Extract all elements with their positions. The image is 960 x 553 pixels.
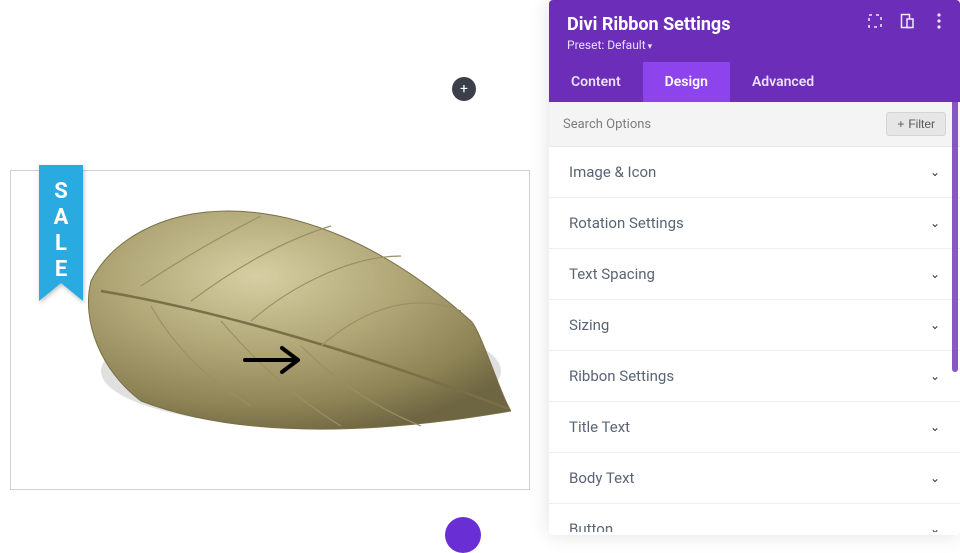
tab-advanced[interactable]: Advanced xyxy=(730,62,836,102)
chevron-down-icon: ⌄ xyxy=(930,216,940,230)
section-label: Image & Icon xyxy=(569,163,656,181)
preset-label: Preset: Default xyxy=(567,38,646,52)
plus-icon: + xyxy=(897,117,904,131)
section-label: Title Text xyxy=(569,418,630,436)
section-label: Rotation Settings xyxy=(569,214,684,232)
more-icon[interactable] xyxy=(930,12,948,30)
section-rotation-settings[interactable]: Rotation Settings ⌄ xyxy=(549,198,960,249)
section-list: Image & Icon ⌄ Rotation Settings ⌄ Text … xyxy=(549,147,960,532)
section-title-text[interactable]: Title Text ⌄ xyxy=(549,402,960,453)
filter-label: Filter xyxy=(908,117,935,131)
section-sizing[interactable]: Sizing ⌄ xyxy=(549,300,960,351)
leaf-image xyxy=(71,171,511,451)
chevron-down-icon: ⌄ xyxy=(930,318,940,332)
section-body-text[interactable]: Body Text ⌄ xyxy=(549,453,960,504)
filter-button[interactable]: + Filter xyxy=(886,112,946,136)
scrollbar[interactable] xyxy=(952,92,958,372)
add-module-button[interactable]: + xyxy=(452,77,476,101)
caret-down-icon: ▾ xyxy=(648,42,653,52)
preset-selector[interactable]: Preset: Default▾ xyxy=(567,38,942,52)
responsive-icon[interactable] xyxy=(898,12,916,30)
section-label: Button xyxy=(569,520,613,532)
section-label: Text Spacing xyxy=(569,265,655,283)
section-button[interactable]: Button ⌄ xyxy=(549,504,960,532)
panel-header: Divi Ribbon Settings Preset: Default▾ xyxy=(549,0,960,62)
expand-icon[interactable] xyxy=(866,12,884,30)
ribbon-preview: S A L E xyxy=(10,170,530,490)
section-image-icon[interactable]: Image & Icon ⌄ xyxy=(549,147,960,198)
search-input[interactable]: Search Options xyxy=(563,117,651,132)
section-label: Sizing xyxy=(569,316,609,334)
chevron-down-icon: ⌄ xyxy=(930,420,940,434)
tab-design[interactable]: Design xyxy=(643,62,730,102)
plus-icon: + xyxy=(460,81,468,97)
settings-tabs: Content Design Advanced xyxy=(549,62,960,102)
chevron-down-icon: ⌄ xyxy=(930,471,940,485)
preview-canvas: + S A L E xyxy=(0,0,545,535)
chevron-down-icon: ⌄ xyxy=(930,267,940,281)
module-action-button[interactable] xyxy=(445,517,481,553)
section-label: Ribbon Settings xyxy=(569,367,674,385)
section-label: Body Text xyxy=(569,469,634,487)
tab-content[interactable]: Content xyxy=(549,62,643,102)
settings-panel: Divi Ribbon Settings Preset: Default▾ Co… xyxy=(549,0,960,535)
chevron-down-icon: ⌄ xyxy=(930,369,940,383)
chevron-down-icon: ⌄ xyxy=(930,522,940,532)
section-ribbon-settings[interactable]: Ribbon Settings ⌄ xyxy=(549,351,960,402)
chevron-down-icon: ⌄ xyxy=(930,165,940,179)
section-text-spacing[interactable]: Text Spacing ⌄ xyxy=(549,249,960,300)
search-row: Search Options + Filter xyxy=(549,102,960,147)
